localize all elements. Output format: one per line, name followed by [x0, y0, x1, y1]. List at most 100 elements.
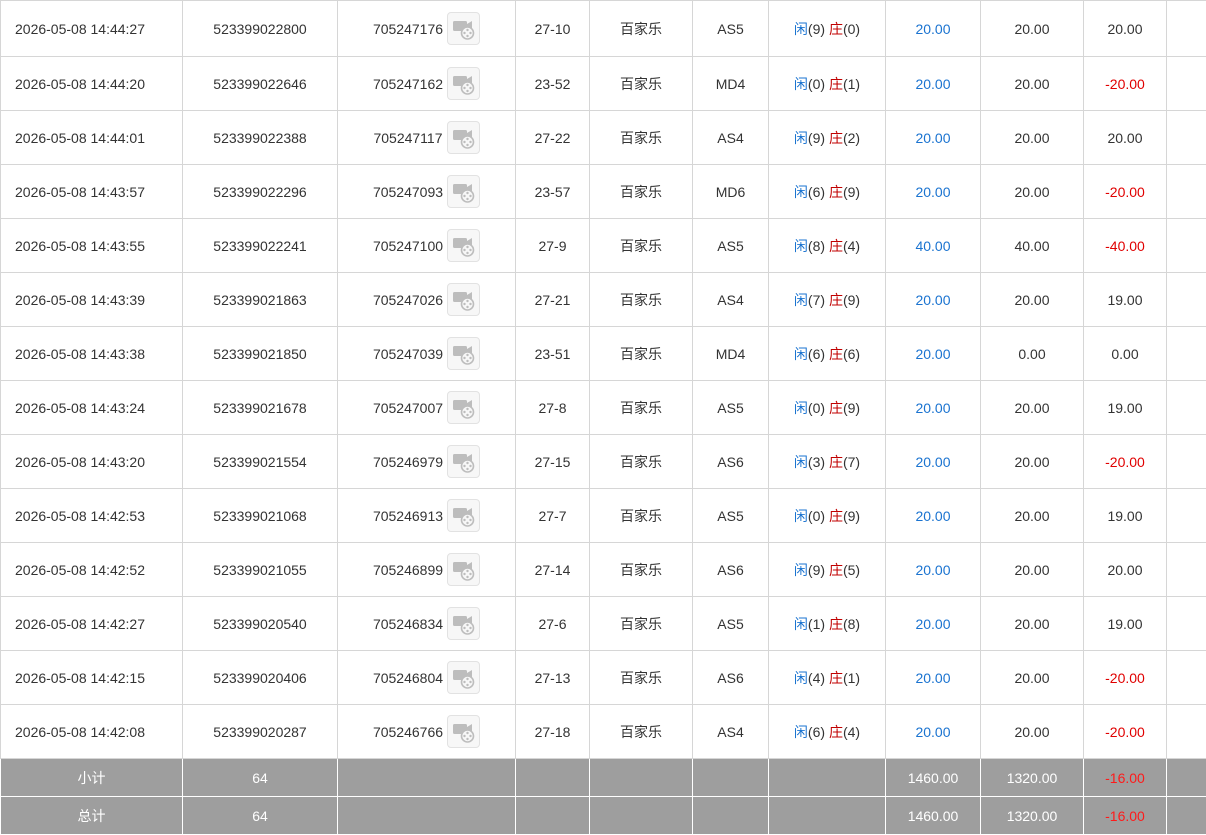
video-replay-icon[interactable] [447, 499, 481, 532]
win-loss: -20.00 [1083, 56, 1167, 111]
video-replay-icon[interactable] [447, 67, 481, 100]
total-label: 总计 [0, 796, 183, 835]
video-replay-icon[interactable] [447, 175, 481, 208]
banker-score: (4) [842, 723, 861, 740]
win-loss: 19.00 [1083, 488, 1167, 543]
banker-score: (6) [842, 345, 861, 362]
player-label: 闲 [793, 615, 808, 632]
video-replay-icon[interactable] [447, 715, 481, 748]
subtotal-valid: 1320.00 [980, 758, 1084, 797]
order-number: 523399021055 [182, 542, 338, 597]
table-row: 2026-05-08 14:42:53 523399021068 705246913… [0, 488, 1206, 543]
table-code: MD6 [692, 164, 769, 219]
round-number: 27-7 [515, 488, 590, 543]
bet-amount: 20.00 [885, 650, 981, 705]
table-row: 2026-05-08 14:42:52 523399021055 705246899… [0, 542, 1206, 597]
valid-bet: 20.00 [980, 0, 1084, 57]
video-replay-icon[interactable] [447, 607, 481, 640]
win-loss: 20.00 [1083, 110, 1167, 165]
valid-bet: 20.00 [980, 542, 1084, 597]
game-result: 闲(9) 庄(2) [768, 110, 886, 165]
bet-time: 2026-05-08 14:42:27 [0, 596, 183, 651]
round-number: 27-15 [515, 434, 590, 489]
game-type: 百家乐 [589, 164, 693, 219]
video-replay-icon[interactable] [447, 661, 481, 694]
round-number: 27-9 [515, 218, 590, 273]
game-type: 百家乐 [589, 434, 693, 489]
bet-time: 2026-05-08 14:44:27 [0, 0, 183, 57]
win-loss: 19.00 [1083, 596, 1167, 651]
video-replay-icon[interactable] [447, 337, 481, 370]
total-count: 64 [182, 796, 338, 835]
valid-bet: 20.00 [980, 650, 1084, 705]
valid-bet: 20.00 [980, 164, 1084, 219]
video-replay-icon[interactable] [446, 121, 480, 154]
game-type: 百家乐 [589, 272, 693, 327]
bet-amount: 20.00 [885, 434, 981, 489]
banker-label: 庄 [828, 75, 843, 92]
bet-amount: 20.00 [885, 380, 981, 435]
player-label: 闲 [793, 399, 808, 416]
bet-amount: 20.00 [885, 542, 981, 597]
valid-bet: 20.00 [980, 272, 1084, 327]
order-number: 523399021678 [182, 380, 338, 435]
game-id-cell: 705247007 [337, 380, 516, 435]
round-number: 27-21 [515, 272, 590, 327]
win-loss: -40.00 [1083, 218, 1167, 273]
video-replay-icon[interactable] [447, 229, 481, 262]
bet-time: 2026-05-08 14:42:08 [0, 704, 183, 759]
game-result: 闲(9) 庄(5) [768, 542, 886, 597]
banker-score: (1) [842, 669, 861, 686]
bet-amount: 20.00 [885, 326, 981, 381]
table-row: 2026-05-08 14:44:27 523399022800 705247176… [0, 0, 1206, 57]
banker-score: (9) [842, 399, 861, 416]
player-label: 闲 [793, 507, 808, 524]
game-id: 705247007 [372, 399, 444, 416]
game-id: 705246804 [372, 669, 444, 686]
table-body: 2026-05-08 14:44:27 523399022800 705247176… [0, 0, 1206, 759]
player-score: (8) [807, 237, 826, 254]
table-row: 2026-05-08 14:42:15 523399020406 705246804… [0, 650, 1206, 705]
win-loss: -20.00 [1083, 650, 1167, 705]
bet-amount: 20.00 [885, 110, 981, 165]
table-code: AS5 [692, 0, 769, 57]
game-id-cell: 705247162 [337, 56, 516, 111]
video-replay-icon[interactable] [447, 391, 481, 424]
total-result: -16.00 [1083, 796, 1167, 835]
banker-score: (2) [842, 129, 861, 146]
game-result: 闲(6) 庄(9) [768, 164, 886, 219]
player-score: (0) [807, 507, 826, 524]
table-code: AS5 [692, 380, 769, 435]
video-replay-icon[interactable] [447, 283, 481, 316]
player-score: (0) [807, 75, 826, 92]
win-loss: -20.00 [1083, 164, 1167, 219]
order-number: 523399020287 [182, 704, 338, 759]
valid-bet: 20.00 [980, 56, 1084, 111]
player-score: (6) [807, 183, 826, 200]
player-label: 闲 [793, 75, 808, 92]
player-score: (1) [807, 615, 826, 632]
banker-label: 庄 [828, 723, 843, 740]
table-code: AS6 [692, 650, 769, 705]
game-id-cell: 705247100 [337, 218, 516, 273]
subtotal-row: 小计 64 1460.00 1320.00 -16.00 [0, 758, 1206, 797]
subtotal-bet: 1460.00 [885, 758, 981, 797]
player-label: 闲 [793, 183, 808, 200]
video-replay-icon[interactable] [447, 553, 481, 586]
bet-time: 2026-05-08 14:43:57 [0, 164, 183, 219]
win-loss: 20.00 [1083, 542, 1167, 597]
order-number: 523399022388 [182, 110, 338, 165]
player-score: (9) [807, 129, 826, 146]
banker-label: 庄 [828, 669, 843, 686]
round-number: 27-14 [515, 542, 590, 597]
game-id: 705246766 [372, 723, 444, 740]
video-replay-icon[interactable] [447, 445, 481, 478]
valid-bet: 0.00 [980, 326, 1084, 381]
video-replay-icon[interactable] [447, 12, 481, 45]
banker-label: 庄 [828, 291, 843, 308]
player-score: (4) [807, 669, 826, 686]
banker-label: 庄 [828, 453, 843, 470]
round-number: 23-51 [515, 326, 590, 381]
player-label: 闲 [793, 561, 808, 578]
table-code: AS6 [692, 434, 769, 489]
